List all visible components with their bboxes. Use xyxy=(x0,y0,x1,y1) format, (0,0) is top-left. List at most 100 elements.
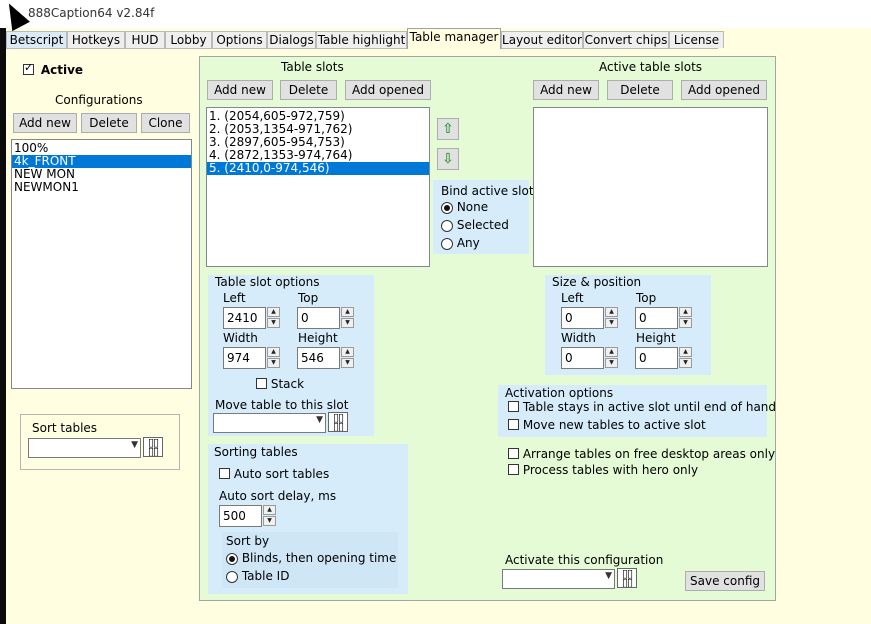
auto-sort-delay-input[interactable]: 500 xyxy=(219,505,262,527)
spin-down-icon[interactable]: ▼ xyxy=(605,318,618,328)
tab-table-manager[interactable]: Table manager xyxy=(407,28,501,49)
move-new-checkbox-row[interactable]: Move new tables to active slot xyxy=(508,418,706,432)
slot-top-label: Top xyxy=(298,291,319,305)
list-item[interactable]: 5. (2410,0-974,546) xyxy=(207,162,429,175)
slot-delete-button[interactable]: Delete xyxy=(280,80,337,100)
title-bar: 888Caption64 v2.84f xyxy=(0,0,871,28)
spin-up-icon[interactable]: ▲ xyxy=(267,347,280,357)
arrange-checkbox[interactable] xyxy=(508,448,519,459)
size-width-label: Width xyxy=(561,331,596,345)
tab-options[interactable]: Options xyxy=(212,31,267,48)
tab-dialogs[interactable]: Dialogs xyxy=(267,31,316,48)
tab-betscript[interactable]: Betscript xyxy=(6,31,67,48)
sort-blinds-radio[interactable]: Blinds, then opening time xyxy=(226,551,396,565)
slot-add-new-button[interactable]: Add new xyxy=(207,80,273,100)
stack-label: Stack xyxy=(270,377,305,391)
slot-width-label: Width xyxy=(223,331,258,345)
tab-lobby[interactable]: Lobby xyxy=(165,31,212,48)
move-new-checkbox[interactable] xyxy=(508,419,519,430)
config-clone-button[interactable]: Clone xyxy=(141,113,190,133)
chevron-down-icon: ▼ xyxy=(316,415,323,425)
stays-checkbox-row[interactable]: Table stays in active slot until end of … xyxy=(508,400,776,414)
activate-config-combo[interactable]: ▼ xyxy=(502,569,615,589)
active-delete-button[interactable]: Delete xyxy=(607,80,673,100)
stack-checkbox-row[interactable]: Stack xyxy=(256,377,304,391)
active-add-opened-button[interactable]: Add opened xyxy=(681,80,767,100)
spin-down-icon[interactable]: ▼ xyxy=(263,516,276,526)
spin-up-icon[interactable]: ▲ xyxy=(605,307,618,317)
size-left-label: Left xyxy=(561,291,584,305)
bind-none-radio[interactable]: None xyxy=(441,200,488,214)
slot-height-input[interactable]: 546 xyxy=(297,347,340,369)
tab-baseline xyxy=(6,48,718,49)
left-edge-strip xyxy=(0,28,6,624)
cards-icon[interactable]: ▯▯ ▯▯ xyxy=(143,437,163,457)
arrow-down-icon[interactable]: ⇩ xyxy=(437,148,459,170)
tab-hotkeys[interactable]: Hotkeys xyxy=(67,31,125,48)
spin-up-icon[interactable]: ▲ xyxy=(679,347,692,357)
active-add-new-button[interactable]: Add new xyxy=(533,80,599,100)
bind-selected-radio[interactable]: Selected xyxy=(441,218,509,232)
spin-up-icon[interactable]: ▲ xyxy=(679,307,692,317)
tab-table-highlight[interactable]: Table highlight xyxy=(316,31,407,48)
spin-down-icon[interactable]: ▼ xyxy=(679,318,692,328)
spin-down-icon[interactable]: ▼ xyxy=(341,318,354,328)
spin-up-icon[interactable]: ▲ xyxy=(341,307,354,317)
tab-layout-editor[interactable]: Layout editor xyxy=(501,31,583,48)
auto-sort-checkbox[interactable] xyxy=(219,468,230,479)
slot-width-input[interactable]: 974 xyxy=(223,347,266,369)
list-item[interactable]: NEWMON1 xyxy=(12,181,191,194)
spin-down-icon[interactable]: ▼ xyxy=(605,358,618,368)
stack-checkbox[interactable] xyxy=(256,378,267,389)
active-checkbox[interactable] xyxy=(23,61,34,75)
spin-up-icon[interactable]: ▲ xyxy=(267,307,280,317)
radio-icon[interactable] xyxy=(441,237,453,250)
configurations-list[interactable]: 100% 4k_FRONT NEW MON NEWMON1 xyxy=(11,139,192,389)
auto-sort-delay-label: Auto sort delay, ms xyxy=(219,489,337,503)
slot-left-input[interactable]: 2410 xyxy=(223,307,266,329)
spin-down-icon[interactable]: ▼ xyxy=(679,358,692,368)
window-title: 888Caption64 v2.84f xyxy=(28,6,155,20)
cards-icon[interactable]: ▯▯ ▯▯ xyxy=(617,568,637,588)
arrow-up-icon[interactable]: ⇧ xyxy=(437,118,459,140)
spin-down-icon[interactable]: ▼ xyxy=(267,358,280,368)
cards-icon[interactable]: ▯▯ ▯▯ xyxy=(328,412,348,432)
save-config-button[interactable]: Save config xyxy=(685,571,765,591)
arrange-checkbox-row[interactable]: Arrange tables on free desktop areas onl… xyxy=(508,447,775,461)
configurations-label: Configurations xyxy=(55,93,143,107)
tab-license[interactable]: License xyxy=(669,31,724,48)
radio-icon[interactable] xyxy=(226,570,238,583)
radio-icon[interactable] xyxy=(441,219,453,232)
size-top-input[interactable]: 0 xyxy=(635,307,678,329)
auto-sort-checkbox-row[interactable]: Auto sort tables xyxy=(219,467,329,481)
config-delete-button[interactable]: Delete xyxy=(81,113,137,133)
active-checkbox-row[interactable]: Active xyxy=(23,61,83,77)
size-width-input[interactable]: 0 xyxy=(561,347,604,369)
spin-up-icon[interactable]: ▲ xyxy=(263,505,276,515)
tab-convert-chips[interactable]: Convert chips xyxy=(583,31,669,48)
hero-only-checkbox[interactable] xyxy=(508,464,519,475)
move-table-combo[interactable]: ▼ xyxy=(213,413,326,433)
arrange-label: Arrange tables on free desktop areas onl… xyxy=(522,447,776,461)
size-position-heading: Size & position xyxy=(552,275,642,289)
spin-down-icon[interactable]: ▼ xyxy=(341,358,354,368)
sort-table-id-radio[interactable]: Table ID xyxy=(226,569,289,583)
radio-icon[interactable] xyxy=(441,201,453,214)
chevron-down-icon: ▼ xyxy=(605,571,612,581)
bind-any-radio[interactable]: Any xyxy=(441,236,480,250)
radio-icon[interactable] xyxy=(226,552,238,565)
spin-up-icon[interactable]: ▲ xyxy=(341,347,354,357)
config-add-new-button[interactable]: Add new xyxy=(13,113,77,133)
table-slots-list[interactable]: 1. (2054,605-972,759) 2. (2053,1354-971,… xyxy=(206,107,430,267)
active-table-slots-list[interactable] xyxy=(533,107,768,267)
spin-down-icon[interactable]: ▼ xyxy=(267,318,280,328)
stays-checkbox[interactable] xyxy=(508,401,519,412)
size-height-input[interactable]: 0 xyxy=(635,347,678,369)
sort-tables-combo[interactable]: ▼ xyxy=(28,438,141,458)
tab-hud[interactable]: HUD xyxy=(125,31,165,48)
hero-only-checkbox-row[interactable]: Process tables with hero only xyxy=(508,463,698,477)
slot-top-input[interactable]: 0 xyxy=(297,307,340,329)
slot-add-opened-button[interactable]: Add opened xyxy=(345,80,431,100)
spin-up-icon[interactable]: ▲ xyxy=(605,347,618,357)
size-left-input[interactable]: 0 xyxy=(561,307,604,329)
